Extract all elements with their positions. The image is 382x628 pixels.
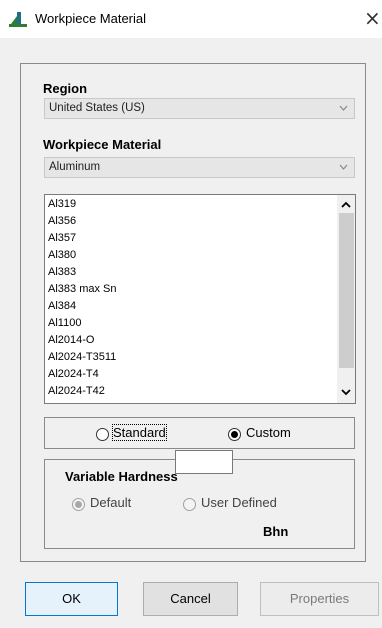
user-defined-radio[interactable] [183,498,196,511]
list-item[interactable]: Al319 [48,196,333,213]
list-item[interactable]: Al2024-T42 [48,383,333,400]
material-list[interactable]: Al319 Al356 Al357 Al380 Al383 Al383 max … [44,194,356,404]
standard-label[interactable]: Standard [112,424,167,441]
hardness-unit: Bhn [263,524,289,539]
window-title: Workpiece Material [35,11,147,26]
list-item[interactable]: Al357 [48,230,333,247]
standard-radio[interactable] [96,428,109,441]
list-item[interactable]: Al356 [48,213,333,230]
chevron-down-icon [339,164,348,170]
list-item[interactable]: Al2014-O [48,332,333,349]
list-item[interactable]: Al2024-T3511 [48,349,333,366]
ok-button[interactable]: OK [25,582,118,616]
custom-radio[interactable] [228,428,241,441]
list-item[interactable]: Al383 [48,264,333,281]
material-value: Aluminum [49,161,101,173]
close-icon[interactable]: × [364,6,381,30]
scroll-thumb[interactable] [339,213,354,368]
radio-selected-dot [231,431,238,438]
mode-group: Standard Custom [44,417,355,449]
region-select[interactable]: United States (US) [44,98,355,119]
default-label[interactable]: Default [90,495,131,510]
region-value: United States (US) [49,102,145,114]
properties-button[interactable]: Properties [260,582,379,616]
cancel-button[interactable]: Cancel [143,582,238,616]
chevron-down-icon [339,105,348,111]
material-list-items: Al319 Al356 Al357 Al380 Al383 Al383 max … [48,196,333,400]
title-bar: Workpiece Material × [0,0,382,38]
material-select[interactable]: Aluminum [44,157,355,178]
list-item[interactable]: Al383 max Sn [48,281,333,298]
main-panel: Region United States (US) Workpiece Mate… [20,63,366,562]
list-scrollbar[interactable] [337,195,355,403]
region-label: Region [43,81,88,96]
radio-selected-dot [75,501,82,508]
scroll-down-icon[interactable] [341,387,351,397]
scroll-up-icon[interactable] [341,200,351,210]
tool-icon [9,12,27,27]
custom-label[interactable]: Custom [246,425,291,440]
list-item[interactable]: Al2024-T4 [48,366,333,383]
list-item[interactable]: Al380 [48,247,333,264]
list-item[interactable]: Al1100 [48,315,333,332]
material-label: Workpiece Material [43,137,162,152]
hardness-title: Variable Hardness [65,469,178,484]
list-item[interactable]: Al384 [48,298,333,315]
hardness-value-input[interactable] [175,450,233,474]
user-defined-label[interactable]: User Defined [201,495,277,510]
default-radio[interactable] [72,498,85,511]
